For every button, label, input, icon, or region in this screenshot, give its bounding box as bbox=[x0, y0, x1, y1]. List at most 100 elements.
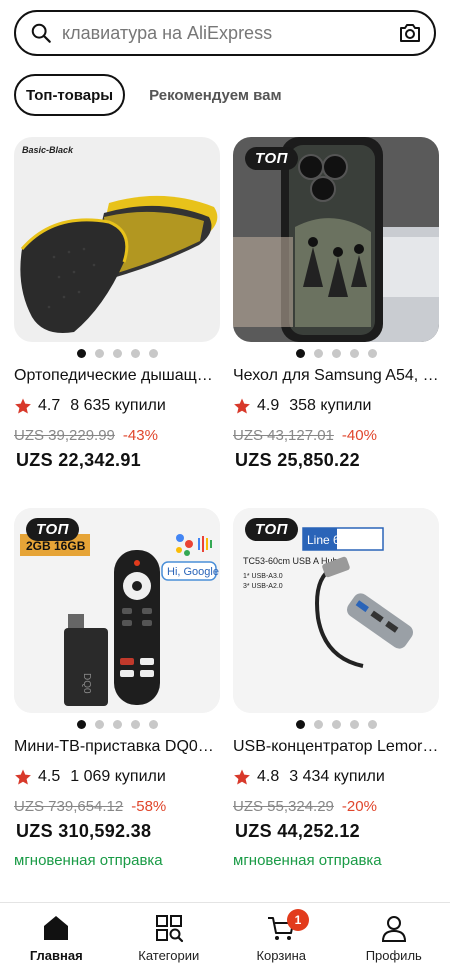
sold-count: 8 635 купили bbox=[70, 397, 166, 414]
nav-cart-label: Корзина bbox=[256, 948, 307, 963]
old-price: UZS 55,324.29 bbox=[233, 798, 334, 815]
rating-value: 4.8 bbox=[257, 768, 280, 785]
star-icon bbox=[15, 398, 31, 414]
pager-dot bbox=[367, 720, 377, 729]
svg-text:Hi, Google: Hi, Google bbox=[167, 566, 219, 578]
current-price: UZS 22,342.91 bbox=[16, 450, 141, 470]
search-input[interactable] bbox=[62, 22, 398, 44]
nav-cart[interactable]: 1 Корзина bbox=[225, 903, 338, 969]
discount: -58% bbox=[131, 798, 167, 815]
discount: -40% bbox=[341, 427, 377, 444]
old-price: UZS 43,127.01 bbox=[233, 427, 334, 444]
pager-dot bbox=[295, 349, 305, 358]
shipping-label: мгновенная отправка bbox=[233, 852, 382, 869]
pager-dot bbox=[313, 349, 323, 358]
pager-dot bbox=[331, 349, 341, 358]
categories-icon bbox=[155, 915, 183, 943]
home-icon bbox=[44, 916, 69, 940]
image-pager bbox=[233, 349, 439, 358]
bottom-nav: Главная Категории 1 Корзина Профиль bbox=[0, 902, 450, 969]
current-price: UZS 310,592.38 bbox=[16, 821, 152, 841]
product-card[interactable]: 2GB 16GB Hi, Google DQ0 ТОП Мини-ТВ-прис… bbox=[14, 508, 220, 869]
pager-dot bbox=[76, 349, 86, 358]
product-rating: 4.5 1 069 купили bbox=[14, 768, 220, 786]
product-image[interactable]: 2GB 16GB Hi, Google DQ0 ТОП bbox=[14, 508, 220, 713]
svg-text:1* USB-A3.0: 1* USB-A3.0 bbox=[243, 573, 283, 580]
insoles-image: Basic-Black bbox=[20, 145, 218, 333]
tab-recommended[interactable]: Рекомендуем вам bbox=[139, 74, 291, 116]
rating-value: 4.9 bbox=[257, 397, 280, 414]
pager-dot bbox=[148, 720, 158, 729]
star-icon bbox=[234, 769, 250, 785]
top-badge: ТОП bbox=[245, 518, 298, 541]
svg-text:2GB 16GB: 2GB 16GB bbox=[26, 539, 86, 553]
old-price: UZS 39,229.99 bbox=[14, 427, 115, 444]
price-row: UZS 43,127.01 -40% bbox=[233, 427, 439, 444]
product-image[interactable]: Basic-Black bbox=[14, 137, 220, 342]
product-image[interactable]: Line 60cm TC53-60cm USB A Hub 1* USB-A3.… bbox=[233, 508, 439, 713]
pager-dot bbox=[331, 720, 341, 729]
nav-profile[interactable]: Профиль bbox=[338, 903, 450, 969]
top-badge: ТОП bbox=[245, 147, 298, 170]
product-rating: 4.7 8 635 купили bbox=[14, 397, 220, 415]
product-rating: 4.9 358 купили bbox=[233, 397, 439, 415]
image-pager bbox=[233, 720, 439, 729]
pager-dot bbox=[130, 720, 140, 729]
pager-dot bbox=[94, 720, 104, 729]
pager-dot bbox=[130, 349, 140, 358]
pager-dot bbox=[94, 349, 104, 358]
tab-bar: Топ-товары Рекомендуем вам bbox=[14, 74, 292, 116]
svg-text:Basic-Black: Basic-Black bbox=[22, 145, 74, 155]
discount: -20% bbox=[341, 798, 377, 815]
pager-dot bbox=[148, 349, 158, 358]
price-row: UZS 39,229.99 -43% bbox=[14, 427, 220, 444]
pager-dot bbox=[349, 349, 359, 358]
profile-icon bbox=[381, 916, 406, 942]
image-pager bbox=[14, 720, 220, 729]
star-icon bbox=[234, 398, 250, 414]
svg-text:3* USB-A2.0: 3* USB-A2.0 bbox=[243, 583, 283, 590]
shipping-label: мгновенная отправка bbox=[14, 852, 163, 869]
image-pager bbox=[14, 349, 220, 358]
svg-text:Line 60cm: Line 60cm bbox=[307, 533, 362, 547]
price-row: UZS 55,324.29 -20% bbox=[233, 798, 439, 815]
pager-dot bbox=[112, 720, 122, 729]
rating-value: 4.7 bbox=[38, 397, 61, 414]
product-title[interactable]: USB-концентратор Lemor… bbox=[233, 738, 439, 756]
product-image[interactable]: ТОП bbox=[233, 137, 439, 342]
pager-dot bbox=[76, 720, 86, 729]
discount: -43% bbox=[122, 427, 158, 444]
current-price: UZS 25,850.22 bbox=[235, 450, 360, 470]
nav-categories-label: Категории bbox=[138, 948, 200, 963]
star-icon bbox=[15, 769, 31, 785]
old-price: UZS 739,654.12 bbox=[14, 798, 124, 815]
rating-value: 4.5 bbox=[38, 768, 61, 785]
product-rating: 4.8 3 434 купили bbox=[233, 768, 439, 786]
nav-categories[interactable]: Категории bbox=[113, 903, 226, 969]
current-price: UZS 44,252.12 bbox=[235, 821, 360, 841]
cart-count-badge: 1 bbox=[287, 909, 309, 931]
tab-top-products[interactable]: Топ-товары bbox=[14, 74, 126, 116]
nav-home-label: Главная bbox=[29, 948, 83, 963]
camera-icon[interactable] bbox=[398, 22, 422, 44]
svg-text:DQ0: DQ0 bbox=[81, 673, 92, 694]
pager-dot bbox=[313, 720, 323, 729]
nav-home[interactable]: Главная bbox=[0, 903, 113, 969]
product-card[interactable]: Basic-Black Ортопедические дышащие стель… bbox=[14, 137, 220, 471]
search-bar[interactable] bbox=[14, 10, 436, 56]
sold-count: 358 купили bbox=[289, 397, 372, 414]
product-card[interactable]: Line 60cm TC53-60cm USB A Hub 1* USB-A3.… bbox=[233, 508, 439, 869]
sold-count: 3 434 купили bbox=[289, 768, 385, 785]
top-badge: ТОП bbox=[26, 518, 79, 541]
search-icon bbox=[31, 23, 51, 43]
nav-profile-label: Профиль bbox=[365, 948, 422, 963]
price-row: UZS 739,654.12 -58% bbox=[14, 798, 220, 815]
product-card[interactable]: ТОП Чехол для Samsung A54, … 4.9 358 куп… bbox=[233, 137, 439, 471]
product-title[interactable]: Ортопедические дышащие стельки bbox=[14, 367, 220, 385]
product-title[interactable]: Мини-ТВ-приставка DQ0… bbox=[14, 738, 220, 756]
sold-count: 1 069 купили bbox=[70, 768, 166, 785]
pager-dot bbox=[295, 720, 305, 729]
pager-dot bbox=[367, 349, 377, 358]
product-title[interactable]: Чехол для Samsung A54, … bbox=[233, 367, 439, 385]
pager-dot bbox=[112, 349, 122, 358]
